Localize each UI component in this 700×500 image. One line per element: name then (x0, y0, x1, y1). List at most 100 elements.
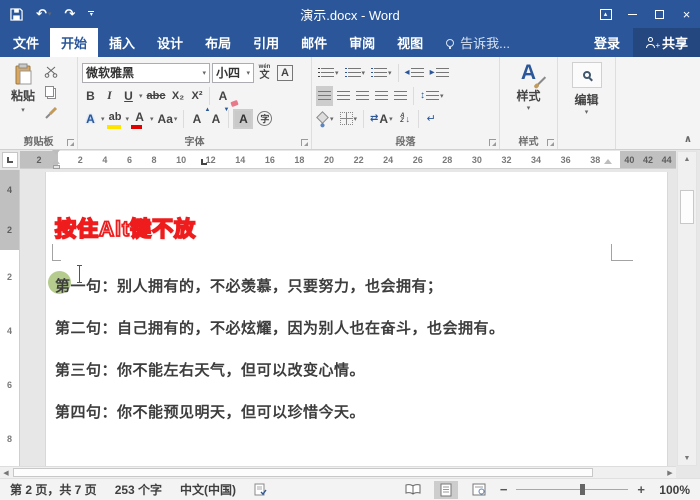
subscript-button[interactable]: X₂ (169, 86, 186, 106)
increase-indent-button[interactable]: ▸ (428, 63, 451, 83)
ribbon-tab[interactable]: 开始 (50, 28, 99, 57)
horizontal-scroll-thumb[interactable] (13, 468, 593, 477)
ribbon-tab[interactable]: 设计 (146, 28, 194, 57)
font-name-combo[interactable]: 微软雅黑 ▾ (82, 62, 210, 83)
styles-dialog-launcher-icon[interactable] (547, 139, 554, 146)
align-right-button[interactable] (354, 86, 371, 106)
ribbon-tab[interactable]: 布局 (194, 28, 242, 57)
minimize-button[interactable] (619, 0, 646, 28)
undo-icon[interactable]: ↶ ▾ (36, 6, 51, 22)
copy-button[interactable] (42, 84, 60, 100)
ribbon-tab[interactable]: 插入 (98, 28, 146, 57)
paste-button[interactable]: 粘贴 ▾ (4, 61, 42, 133)
language-indicator[interactable]: 中文(中国) (180, 481, 236, 498)
document-text-line[interactable]: 第一句：别人拥有的，不必羡慕，只要努力，也会拥有； (55, 264, 647, 306)
ribbon-tab[interactable]: 视图 (386, 28, 434, 57)
font-color-button[interactable]: A (131, 109, 148, 129)
numbering-button[interactable]: ▾ (343, 63, 368, 83)
redo-icon[interactable]: ↷ (64, 6, 75, 22)
styles-button[interactable]: A 样式 ▾ (516, 61, 547, 112)
multilevel-list-button[interactable]: ▾ (369, 63, 394, 83)
collapse-ribbon-icon[interactable]: ∧ (684, 134, 692, 145)
distribute-button[interactable] (392, 86, 409, 106)
sort-button[interactable]: A Z ↓ (397, 109, 414, 129)
right-indent-marker[interactable] (604, 159, 612, 164)
tell-me-box[interactable]: 告诉我... (446, 28, 510, 57)
zoom-in-button[interactable]: + (637, 482, 645, 497)
asian-layout-button[interactable]: ⇄ A ▾ (368, 109, 395, 129)
vertical-ruler[interactable]: 42 2468 (0, 170, 20, 466)
document-text-line[interactable]: 第四句：你不能预见明天，但可以珍惜今天。 (55, 390, 647, 432)
highlight-color-button[interactable]: ab (106, 109, 124, 129)
underline-button[interactable]: U (120, 86, 137, 106)
cut-button[interactable] (42, 64, 60, 80)
left-indent-marker[interactable] (53, 165, 60, 169)
format-painter-button[interactable] (42, 104, 60, 120)
borders-button[interactable]: ▾ (338, 109, 360, 129)
scroll-down-icon[interactable]: ▼ (678, 451, 696, 465)
ribbon-display-options-button[interactable]: ▴ (592, 0, 619, 28)
vertical-scroll-thumb[interactable] (680, 190, 694, 224)
change-case-button[interactable]: Aa ▾ (156, 109, 180, 129)
italic-button[interactable]: I (101, 86, 118, 106)
phonetic-guide-button[interactable]: wén 文 (256, 63, 273, 83)
font-size-combo[interactable]: 小四 ▾ (212, 62, 254, 83)
ribbon-tab[interactable]: 邮件 (290, 28, 338, 57)
show-hide-marks-button[interactable]: ↵ (423, 109, 440, 129)
horizontal-scrollbar[interactable]: ◀ ▶ (0, 466, 676, 478)
justify-button[interactable] (373, 86, 390, 106)
ribbon-tab[interactable]: 审阅 (338, 28, 386, 57)
hanging-indent-marker[interactable] (52, 159, 60, 164)
share-button[interactable]: + 共享 (632, 28, 700, 57)
web-layout-button[interactable] (467, 481, 491, 499)
tab-stop-marker[interactable] (201, 159, 207, 165)
bold-button[interactable]: B (82, 86, 99, 106)
text-effects-button[interactable]: A (82, 109, 99, 129)
align-left-button[interactable] (316, 85, 333, 106)
character-shading-button[interactable]: A (233, 108, 254, 129)
shading-button[interactable]: ▾ (316, 109, 336, 129)
read-mode-button[interactable] (401, 481, 425, 499)
zoom-slider[interactable] (516, 484, 629, 495)
proofing-icon[interactable] (254, 483, 267, 496)
ribbon-tab[interactable]: 引用 (242, 28, 290, 57)
bullets-button[interactable]: ▾ (316, 63, 341, 83)
clear-formatting-button[interactable]: A (214, 86, 240, 107)
font-dialog-launcher-icon[interactable] (301, 139, 308, 146)
scroll-left-icon[interactable]: ◀ (0, 467, 12, 478)
zoom-out-button[interactable]: − (500, 482, 508, 497)
sign-in-button[interactable]: 登录 (581, 28, 633, 57)
vruler-top-margin: 42 (0, 170, 19, 250)
line-spacing-button[interactable]: ↕ ▾ (418, 86, 446, 106)
horizontal-ruler[interactable]: 2 2 4 6 8 10 12 14 16 18 20 22 24 26 28 30 32 34 36 38 40 4… (20, 151, 676, 169)
document-page[interactable]: 按住Alt键不放 第一句：别人拥有的，不必羡慕，只要努力，也会拥有； 第二句：自己… (45, 172, 668, 466)
page-indicator[interactable]: 第 2 页，共 7 页 (10, 481, 97, 498)
scroll-up-icon[interactable]: ▲ (678, 152, 696, 166)
document-text-line[interactable]: 第三句：你不能左右天气，但可以改变心情。 (55, 348, 647, 390)
document-text-line[interactable]: 第二句：自己拥有的，不必炫耀，因为别人也在奋斗，也会拥有。 (55, 306, 647, 348)
tab-selector[interactable] (2, 152, 18, 168)
save-icon[interactable] (10, 7, 23, 21)
customize-qat-icon[interactable]: ▾ (88, 10, 95, 18)
zoom-slider-thumb[interactable] (580, 484, 586, 495)
paragraph-dialog-launcher-icon[interactable] (489, 139, 496, 146)
close-button[interactable]: × (673, 0, 700, 28)
superscript-button[interactable]: X² (188, 86, 205, 106)
strikethrough-button[interactable]: abc (145, 86, 168, 106)
zoom-level[interactable]: 100% (654, 483, 690, 497)
scroll-right-icon[interactable]: ▶ (664, 467, 676, 478)
ribbon-tab[interactable]: 文件 (2, 28, 50, 57)
character-border-button[interactable]: A (275, 63, 295, 83)
grow-font-button[interactable]: A ▲ (188, 107, 211, 129)
align-center-button[interactable] (335, 86, 352, 106)
print-layout-button[interactable] (433, 480, 458, 499)
first-line-indent-marker[interactable] (52, 150, 60, 155)
maximize-button[interactable] (646, 0, 673, 28)
decrease-indent-button[interactable]: ◂ (403, 63, 426, 83)
enclose-characters-button[interactable]: 字 (255, 109, 274, 129)
shrink-font-button[interactable]: A ▼ (207, 107, 230, 129)
word-count[interactable]: 253 个字 (115, 481, 162, 498)
editing-button[interactable]: 编辑 ▾ (571, 61, 602, 116)
clipboard-dialog-launcher-icon[interactable] (67, 139, 74, 146)
vertical-scrollbar[interactable]: ▲ ▼ (677, 151, 697, 466)
